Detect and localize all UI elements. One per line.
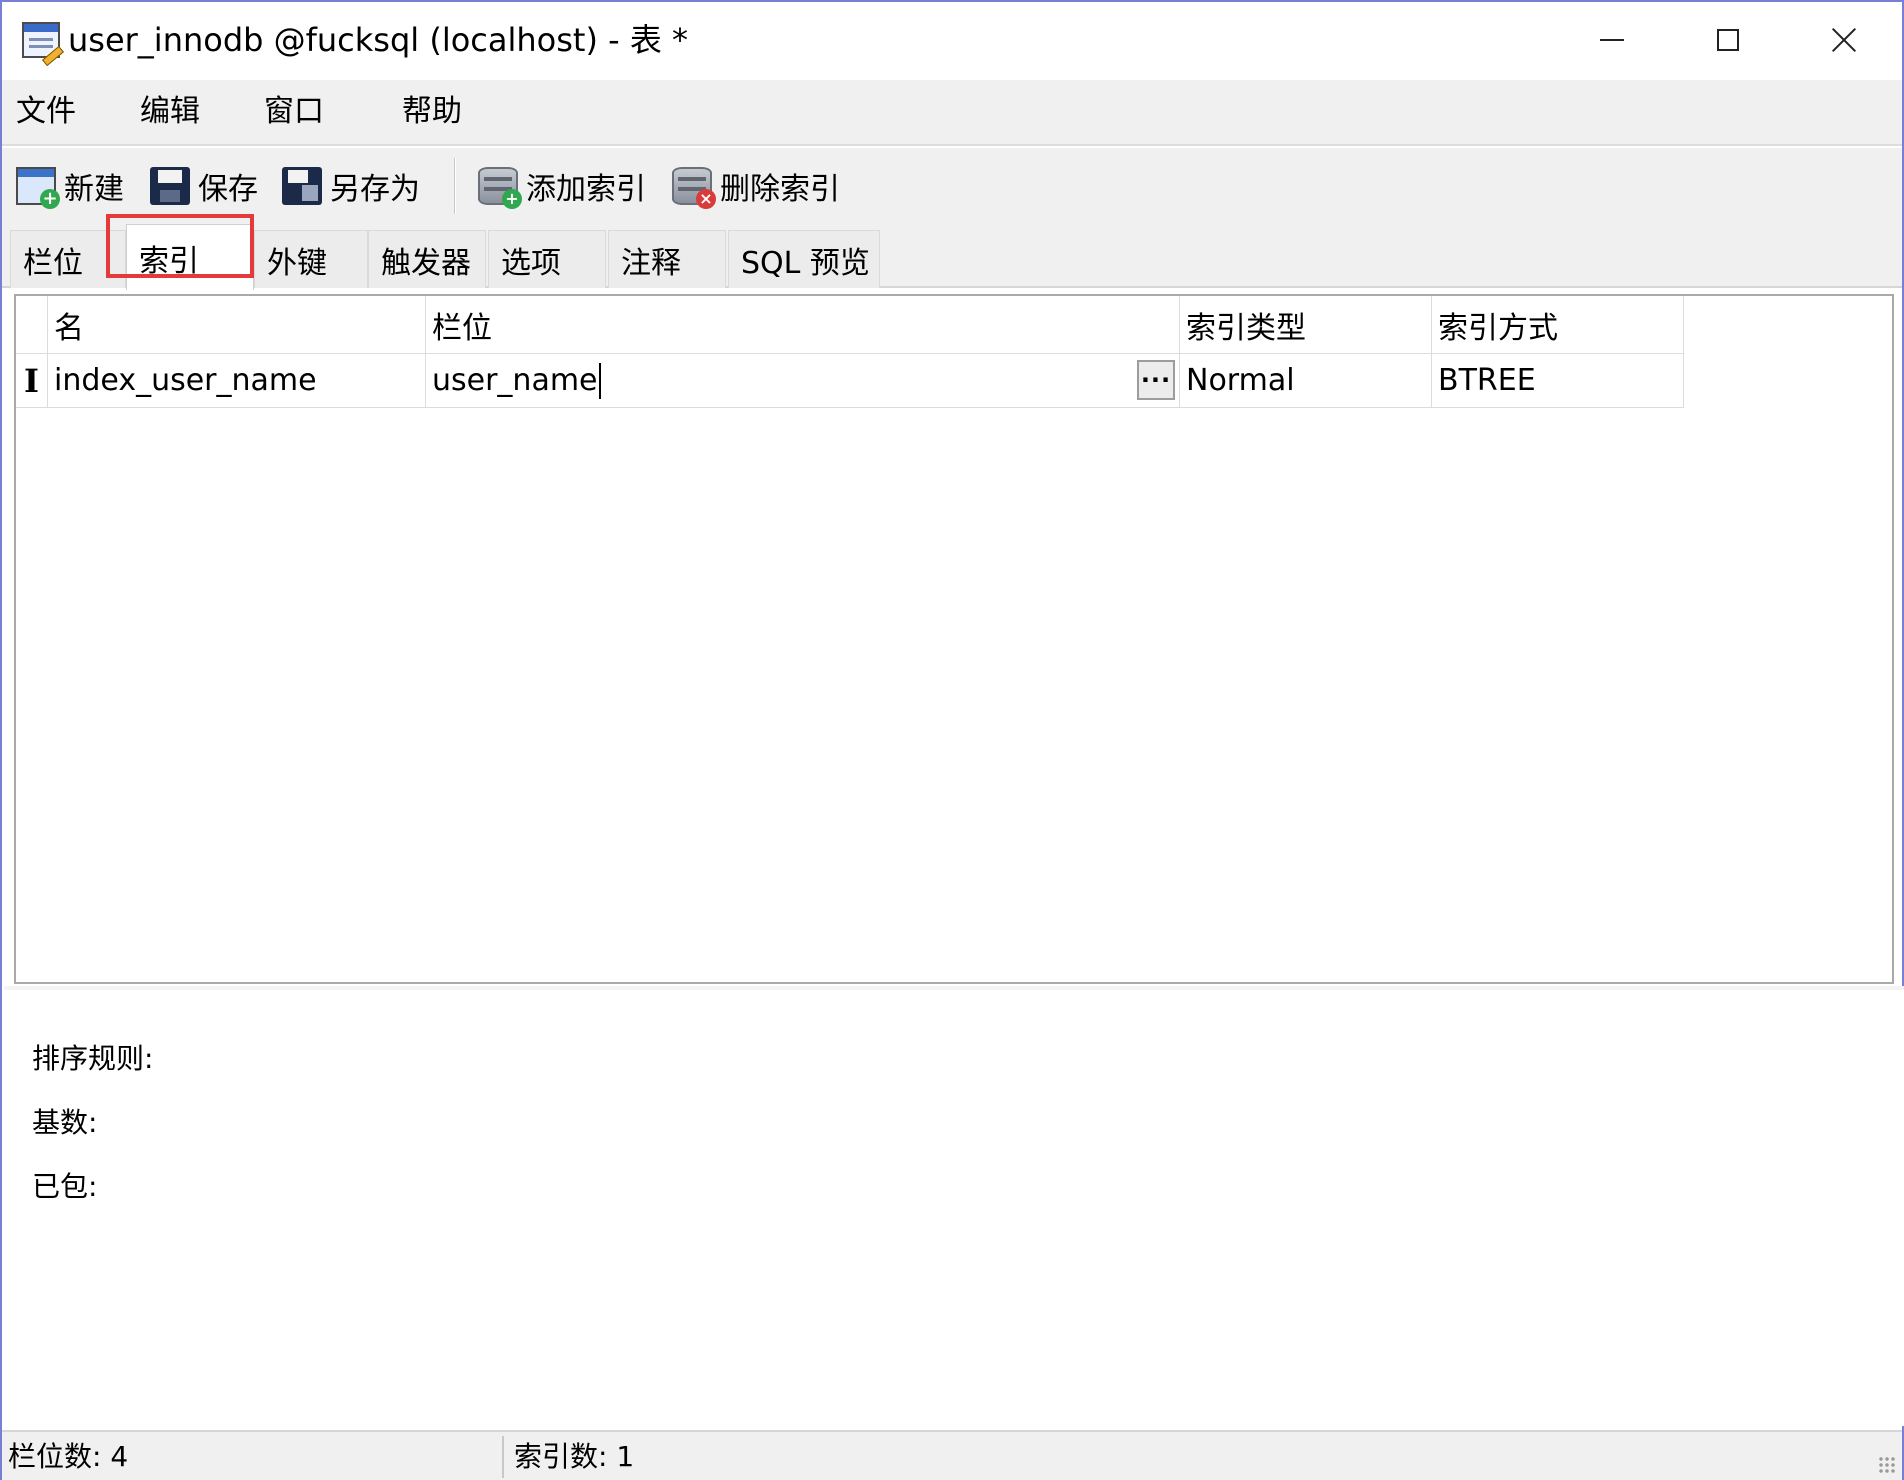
tab-foreign-keys[interactable]: 外键 [254,230,368,288]
title-bar: user_innodb @fucksql (localhost) - 表 * [2,2,1902,80]
resize-grip-icon[interactable] [1878,1456,1896,1474]
row-marker: I [16,354,48,407]
status-bar: 栏位数: 4 索引数: 1 [2,1430,1902,1480]
menu-help[interactable]: 帮助 [402,92,462,132]
close-icon [1831,27,1857,53]
menu-file[interactable]: 文件 [16,92,76,132]
menu-bar: 文件 编辑 窗口 帮助 [2,80,1902,146]
new-button[interactable]: + 新建 [16,162,124,210]
column-header-name[interactable]: 名 [48,296,426,353]
save-as-label: 另存为 [330,172,420,207]
close-button[interactable] [1804,10,1884,70]
tab-fields[interactable]: 栏位 [10,230,126,288]
index-type-cell[interactable]: Normal [1180,354,1432,407]
tab-sql-preview[interactable]: SQL 预览 [728,230,880,288]
tab-indexes[interactable]: 索引 [126,224,254,290]
add-index-icon: + [478,167,522,209]
select-fields-button[interactable]: ··· [1137,360,1175,400]
add-index-label: 添加索引 [526,172,646,207]
minimize-button[interactable] [1572,10,1652,70]
new-table-icon: + [16,167,60,209]
column-header-index-method[interactable]: 索引方式 [1432,296,1684,353]
table-designer-window: user_innodb @fucksql (localhost) - 表 * 文… [0,0,1904,1480]
maximize-button[interactable] [1688,10,1768,70]
save-button[interactable]: 保存 [150,162,258,210]
index-field-cell[interactable]: user_name ··· [426,354,1180,407]
toolbar-separator [454,158,456,214]
status-separator [502,1436,504,1478]
window-title: user_innodb @fucksql (localhost) - 表 * [68,21,689,59]
delete-index-label: 删除索引 [720,172,840,207]
cardinality-label: 基数: [32,1106,98,1139]
save-label: 保存 [198,172,258,207]
add-index-button[interactable]: + 添加索引 [478,162,646,210]
collation-label: 排序规则: [32,1042,154,1075]
delete-index-icon: × [672,167,716,209]
menu-window[interactable]: 窗口 [264,92,324,132]
tab-triggers[interactable]: 触发器 [368,230,486,288]
designer-tabs: 栏位 索引 外键 触发器 选项 注释 SQL 预览 [2,224,1902,290]
packed-label: 已包: [32,1170,98,1203]
index-field-value: user_name [432,363,598,398]
text-caret [598,362,601,399]
tab-comment[interactable]: 注释 [608,230,726,288]
table-design-icon [22,22,64,67]
header-row-marker [16,296,48,353]
index-grid: 名 栏位 索引类型 索引方式 I index_user_name user_na… [14,294,1894,984]
column-header-field[interactable]: 栏位 [426,296,1180,353]
maximize-icon [1717,29,1739,51]
minimize-icon [1600,39,1624,41]
table-row[interactable]: I index_user_name user_name ··· Normal B… [16,354,1684,408]
index-method-cell[interactable]: BTREE [1432,354,1684,407]
ellipsis-icon: ··· [1140,366,1172,394]
save-icon [150,167,190,205]
text-cursor-icon: I [24,361,39,400]
index-properties-panel: 排序规则: 基数: 已包: [4,986,1904,1426]
save-as-icon [282,167,322,205]
toolbar: + 新建 保存 另存为 + 添加索引 × 删除索引 [2,148,1902,224]
menu-edit[interactable]: 编辑 [140,92,200,132]
save-as-button[interactable]: 另存为 [282,162,420,210]
index-count-status: 索引数: 1 [514,1440,635,1473]
column-header-index-type[interactable]: 索引类型 [1180,296,1432,353]
delete-index-button[interactable]: × 删除索引 [672,162,840,210]
field-count-status: 栏位数: 4 [8,1440,129,1473]
index-name-cell[interactable]: index_user_name [48,354,426,407]
grid-header: 名 栏位 索引类型 索引方式 [16,296,1684,354]
new-label: 新建 [64,172,124,207]
tab-options[interactable]: 选项 [488,230,606,288]
